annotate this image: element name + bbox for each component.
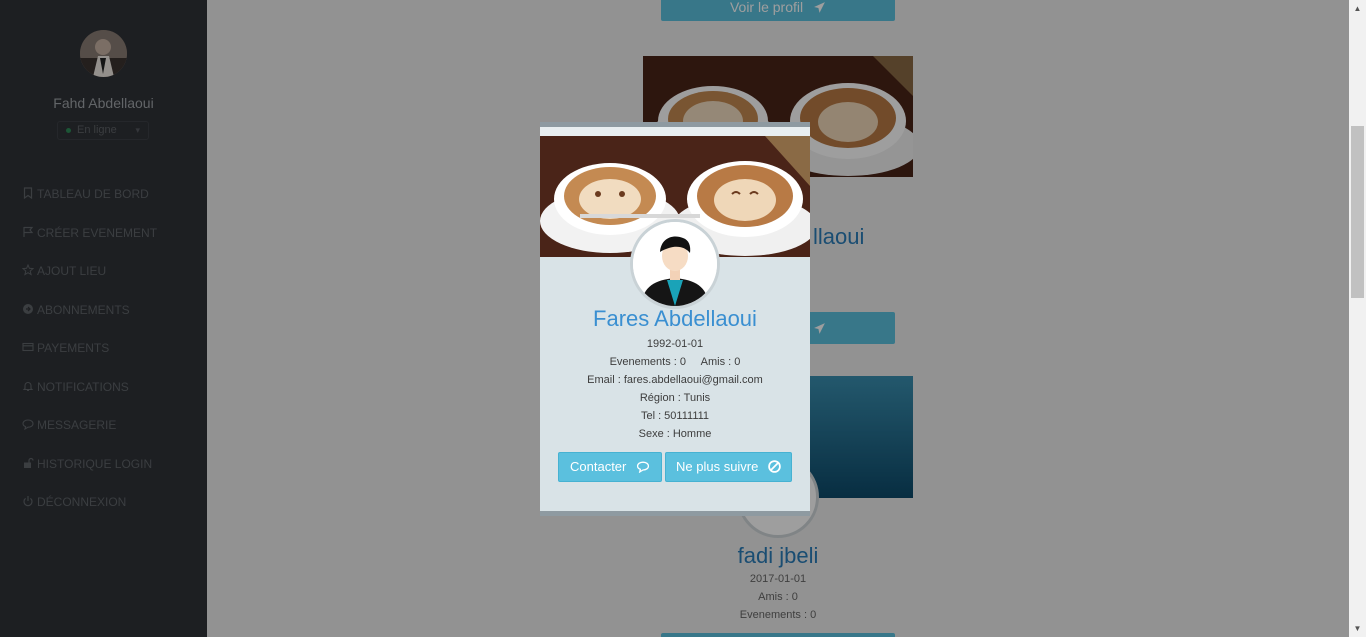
profile-birthdate: 1992-01-01 — [646, 338, 704, 350]
scroll-down-arrow-icon[interactable]: ▼ — [1349, 620, 1366, 637]
profile-region: Région : Tunis — [639, 392, 711, 404]
profile-name: Fares Abdellaoui — [593, 306, 757, 331]
unfollow-button-label: Ne plus suivre — [676, 459, 759, 474]
profile-avatar — [630, 219, 720, 309]
page-scrollbar[interactable]: ▲ ▼ — [1349, 0, 1366, 637]
contact-button[interactable]: Contacter — [558, 452, 662, 482]
profile-modal: Fares Abdellaoui 1992-01-01 Evenements :… — [540, 122, 810, 516]
profile-gender: Sexe : Homme — [638, 428, 712, 440]
profile-counts: Evenements : 0 Amis : 0 — [609, 356, 741, 368]
modal-header-band — [540, 127, 810, 136]
profile-email: Email : fares.abdellaoui@gmail.com — [587, 374, 763, 386]
chat-icon — [636, 461, 650, 474]
unfollow-button[interactable]: Ne plus suivre — [665, 452, 792, 482]
scroll-up-arrow-icon[interactable]: ▲ — [1349, 0, 1366, 17]
ban-icon — [768, 460, 781, 473]
contact-button-label: Contacter — [570, 459, 627, 474]
profile-phone: Tel : 50111111 — [640, 410, 710, 422]
scroll-thumb[interactable] — [1351, 126, 1364, 298]
